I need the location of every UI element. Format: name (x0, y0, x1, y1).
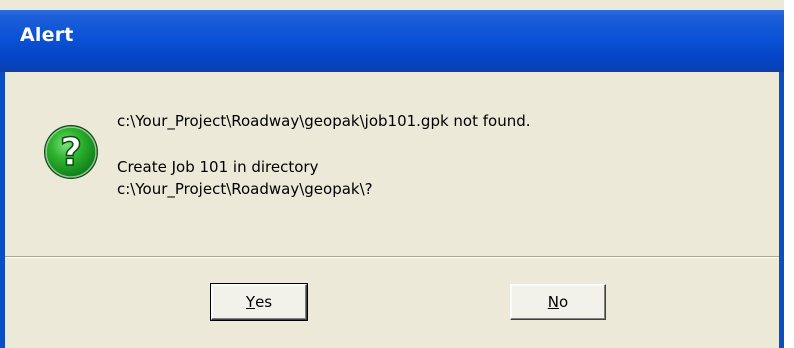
no-button-accelerator: N (547, 293, 560, 311)
no-button-label: o (559, 293, 569, 311)
message-line-2: Create Job 101 in directory (117, 158, 319, 176)
message-line-1: c:\Your_Project\Roadway\geopak\job101.gp… (117, 112, 531, 130)
window-border-right (779, 72, 784, 348)
yes-button-label: es (255, 293, 273, 311)
yes-button-accelerator: Y (245, 293, 256, 311)
alert-dialog: Alert ? c:\Your_Project\Roadway\geopak\j… (0, 0, 784, 348)
message-line-3: c:\Your_Project\Roadway\geopak\? (117, 180, 373, 198)
yes-button[interactable]: Yes (210, 283, 308, 321)
no-button[interactable]: No (510, 284, 606, 320)
window-title: Alert (20, 24, 74, 46)
title-bar[interactable]: Alert (0, 10, 784, 72)
dialog-body: ? c:\Your_Project\Roadway\geopak\job101.… (5, 72, 779, 348)
separator (5, 256, 779, 258)
question-mark-glyph: ? (60, 130, 82, 174)
question-icon: ? (44, 125, 98, 179)
